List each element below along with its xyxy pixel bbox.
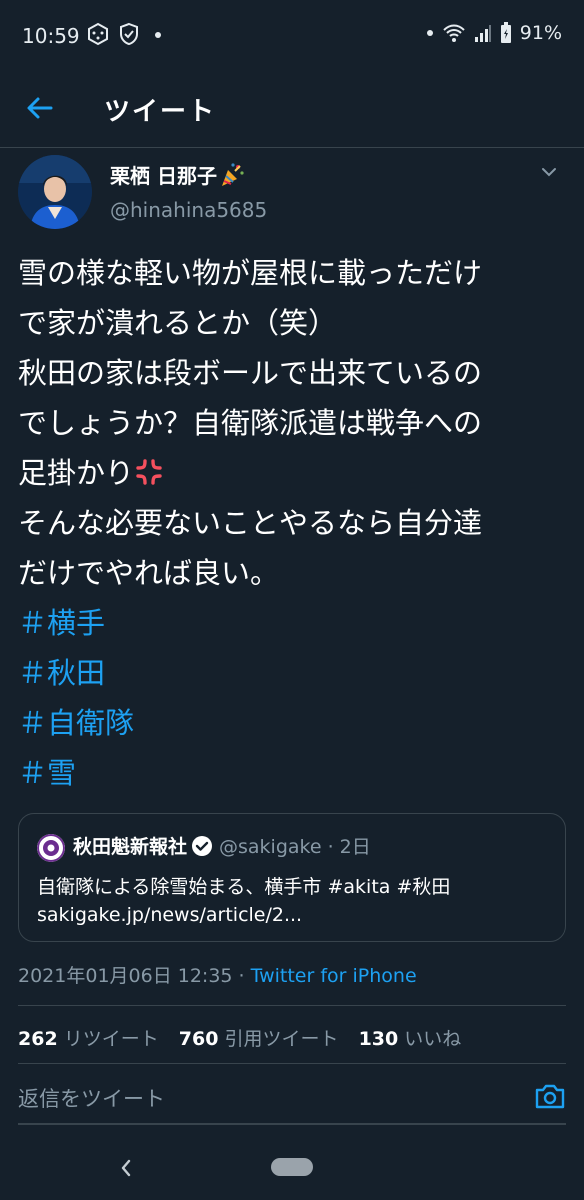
tweet-timestamp: 2021年01月06日 12:35 · Twitter for iPhone xyxy=(18,961,417,988)
tweet-source-link[interactable]: Twitter for iPhone xyxy=(251,965,417,987)
status-right: 91% xyxy=(426,22,562,44)
wifi-icon xyxy=(443,24,465,42)
quoted-handle: @sakigake xyxy=(219,836,322,858)
page-title: ツイート xyxy=(104,97,217,127)
tweet-author: 栗栖 日那子 @hinahina5685 xyxy=(18,155,566,230)
quoted-author: 秋田魁新報社 @sakigake · 2日 xyxy=(73,836,371,858)
tweet-line: 秋田の家は段ボールで出来ているの xyxy=(18,356,483,390)
tweet-line-text: 足掛かり xyxy=(18,456,135,490)
tweet-line-with-emoji: 足掛かり xyxy=(18,448,568,498)
avatar[interactable] xyxy=(18,155,92,229)
dice-icon xyxy=(88,22,108,46)
hashtag-link[interactable]: ＃自衛隊 xyxy=(18,698,568,748)
divider xyxy=(18,1063,566,1064)
anger-icon xyxy=(136,459,162,485)
author-name[interactable]: 栗栖 日那子 xyxy=(110,160,245,189)
quoted-time: · 2日 xyxy=(327,836,371,858)
nav-home-pill[interactable] xyxy=(271,1158,313,1176)
back-arrow-icon[interactable] xyxy=(22,90,58,126)
tweet-line: 雪の様な軽い物が屋根に載っただけ xyxy=(18,256,483,290)
shield-icon xyxy=(120,22,138,46)
hashtag-link[interactable]: ＃秋田 xyxy=(18,648,568,698)
chevron-down-icon[interactable] xyxy=(538,161,560,183)
camera-icon[interactable] xyxy=(533,1079,567,1113)
battery-icon xyxy=(500,22,511,43)
quoted-tweet-card[interactable]: 秋田魁新報社 @sakigake · 2日 自衛隊による除雪始まる、横手市 #ak… xyxy=(18,813,566,942)
quoted-text: 自衛隊による除雪始まる、横手市 #akita #秋田 xyxy=(37,876,451,898)
nav-back-icon[interactable] xyxy=(118,1156,134,1180)
top-app-bar: ツイート xyxy=(0,70,584,148)
verified-icon xyxy=(192,836,213,856)
signal-icon xyxy=(474,25,491,42)
author-handle[interactable]: @hinahina5685 xyxy=(110,198,267,222)
tweet-line: でしょうか？自衛隊派遣は戦争への xyxy=(18,406,483,440)
tweet-text: 雪の様な軽い物が屋根に載っただけ で家が潰れるとか（笑） 秋田の家は段ボールで出… xyxy=(18,248,568,798)
notification-dot-icon xyxy=(155,32,161,38)
avatar-image xyxy=(18,155,92,229)
hashtag-link[interactable]: ＃横手 xyxy=(18,598,568,648)
reply-underline xyxy=(18,1123,566,1125)
reply-input[interactable]: 返信をツイート xyxy=(18,1083,165,1113)
tweet-line: で家が潰れるとか（笑） xyxy=(18,306,338,340)
retweets-stat[interactable]: 262 リツイート xyxy=(18,1028,159,1050)
sakigake-logo-icon xyxy=(37,834,65,862)
quotes-stat[interactable]: 760 引用ツイート xyxy=(179,1028,339,1050)
likes-stat[interactable]: 130 いいね xyxy=(359,1028,462,1050)
quoted-avatar xyxy=(37,834,65,862)
system-nav-bar xyxy=(0,1140,584,1200)
status-time: 10:59 xyxy=(22,24,80,48)
notification-dot-icon xyxy=(426,30,433,36)
party-popper-icon xyxy=(221,163,244,186)
tweet-line: だけでやれば良い。 xyxy=(18,556,280,590)
hashtag-link[interactable]: ＃雪 xyxy=(18,748,568,798)
tweet-date: 2021年01月06日 12:35 · xyxy=(18,965,251,987)
tweet-stats: 262 リツイート 760 引用ツイート 130 いいね xyxy=(18,1024,475,1051)
status-bar: 10:59 91% xyxy=(0,0,584,70)
tweet-line: そんな必要ないことやるなら自分達 xyxy=(18,506,483,540)
divider xyxy=(18,1005,566,1006)
quoted-link[interactable]: sakigake.jp/news/article/2... xyxy=(37,904,302,926)
battery-level: 91% xyxy=(519,22,562,44)
